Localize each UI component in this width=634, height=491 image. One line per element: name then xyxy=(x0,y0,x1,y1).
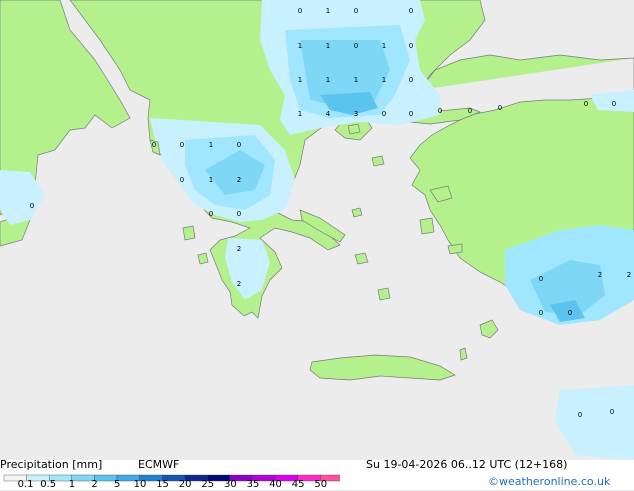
model-name: ECMWF xyxy=(138,458,180,471)
precip-label: 0 xyxy=(539,309,543,317)
precip-label: 0 xyxy=(409,110,413,118)
precip-label: 1 xyxy=(382,76,386,84)
precip-label: 1 xyxy=(326,42,330,50)
precip-label: 0 xyxy=(468,107,472,115)
legend-tick-label: 45 xyxy=(291,479,305,490)
precip-label: 0 xyxy=(382,110,386,118)
legend-tick-label: 50 xyxy=(314,479,328,490)
precip-label: 0 xyxy=(612,100,616,108)
precip-label: 0 xyxy=(539,275,543,283)
weather-map-view: 0 1 0 0 1 1 0 1 0 1 1 1 1 0 1 4 3 0 0 0 … xyxy=(0,0,634,490)
skyros xyxy=(351,207,363,218)
precip-label: 0 xyxy=(610,408,614,416)
precip-label: 1 xyxy=(382,42,386,50)
precip-label: 0 xyxy=(30,202,34,210)
precip-label: 1 xyxy=(298,76,302,84)
legend-title: Precipitation [mm] xyxy=(0,458,103,471)
precip-label: 0 xyxy=(438,107,442,115)
chios xyxy=(419,217,435,235)
precip-label: 0 xyxy=(180,141,184,149)
credit-text: ©weatheronline.co.uk xyxy=(488,475,611,488)
precip-label: 0 xyxy=(237,141,241,149)
precip-label: 1 xyxy=(326,76,330,84)
precip-label: 2 xyxy=(237,280,241,288)
legend-tick-label: 35 xyxy=(246,479,260,490)
precip-label: 0 xyxy=(409,42,413,50)
legend-tick-label: 2 xyxy=(91,479,98,490)
legend-tick-label: 0.1 xyxy=(17,479,34,490)
precip-label: 1 xyxy=(298,110,302,118)
legend-tick-label: 25 xyxy=(201,479,215,490)
precip-label: 1 xyxy=(209,176,213,184)
legend-tick-label: 10 xyxy=(133,479,147,490)
precip-label: 1 xyxy=(298,42,302,50)
precip-label: 2 xyxy=(598,271,602,279)
legend-tick-label: 15 xyxy=(156,479,169,490)
legend-tick-label: 20 xyxy=(178,479,192,490)
legend-tick-label: 40 xyxy=(269,479,282,490)
precip-label: 0 xyxy=(152,141,156,149)
precip-label: 0 xyxy=(584,100,588,108)
legend-tick-label: 0.5 xyxy=(40,479,57,490)
datetime-label: Su 19-04-2026 06..12 UTC (12+168) xyxy=(366,458,568,471)
precip-label: 0 xyxy=(578,411,582,419)
precip-label: 0 xyxy=(209,210,213,218)
precip-label: 0 xyxy=(568,309,572,317)
precip-label: 0 xyxy=(180,176,184,184)
precip-label: 0 xyxy=(354,7,358,15)
zakynthos xyxy=(197,252,209,265)
precip-label: 0 xyxy=(409,7,413,15)
precip-label: 1 xyxy=(326,7,330,15)
precipitation-map: 0 1 0 0 1 1 0 1 0 1 1 1 1 0 1 4 3 0 0 0 … xyxy=(0,0,634,460)
precip-label: 1 xyxy=(209,141,213,149)
precip-label: 1 xyxy=(354,76,358,84)
precip-label: 0 xyxy=(298,7,302,15)
thasos xyxy=(347,123,361,135)
samos xyxy=(447,243,463,255)
precip-label: 0 xyxy=(498,104,502,112)
precip-label: 0 xyxy=(354,42,358,50)
precip-label: 3 xyxy=(354,110,358,118)
legend-tick-label: 30 xyxy=(224,479,237,490)
precip-label: 2 xyxy=(237,245,241,253)
precip-label: 0 xyxy=(409,76,413,84)
legend-ticks: 0.1 0.5 1 2 5 10 15 20 25 30 35 40 45 50 xyxy=(0,479,340,491)
legend-tick-label: 1 xyxy=(68,479,76,490)
precip-label: 2 xyxy=(627,271,631,279)
precip-label: 0 xyxy=(237,210,241,218)
naxos xyxy=(377,287,391,301)
kefalonia xyxy=(182,225,196,241)
lemnos xyxy=(371,155,385,167)
precip-label: 2 xyxy=(237,176,241,184)
precip-label: 4 xyxy=(326,110,331,118)
legend-tick-label: 5 xyxy=(114,479,121,490)
map-footer: Precipitation [mm] ECMWF Su 19-04-2026 0… xyxy=(0,458,634,491)
